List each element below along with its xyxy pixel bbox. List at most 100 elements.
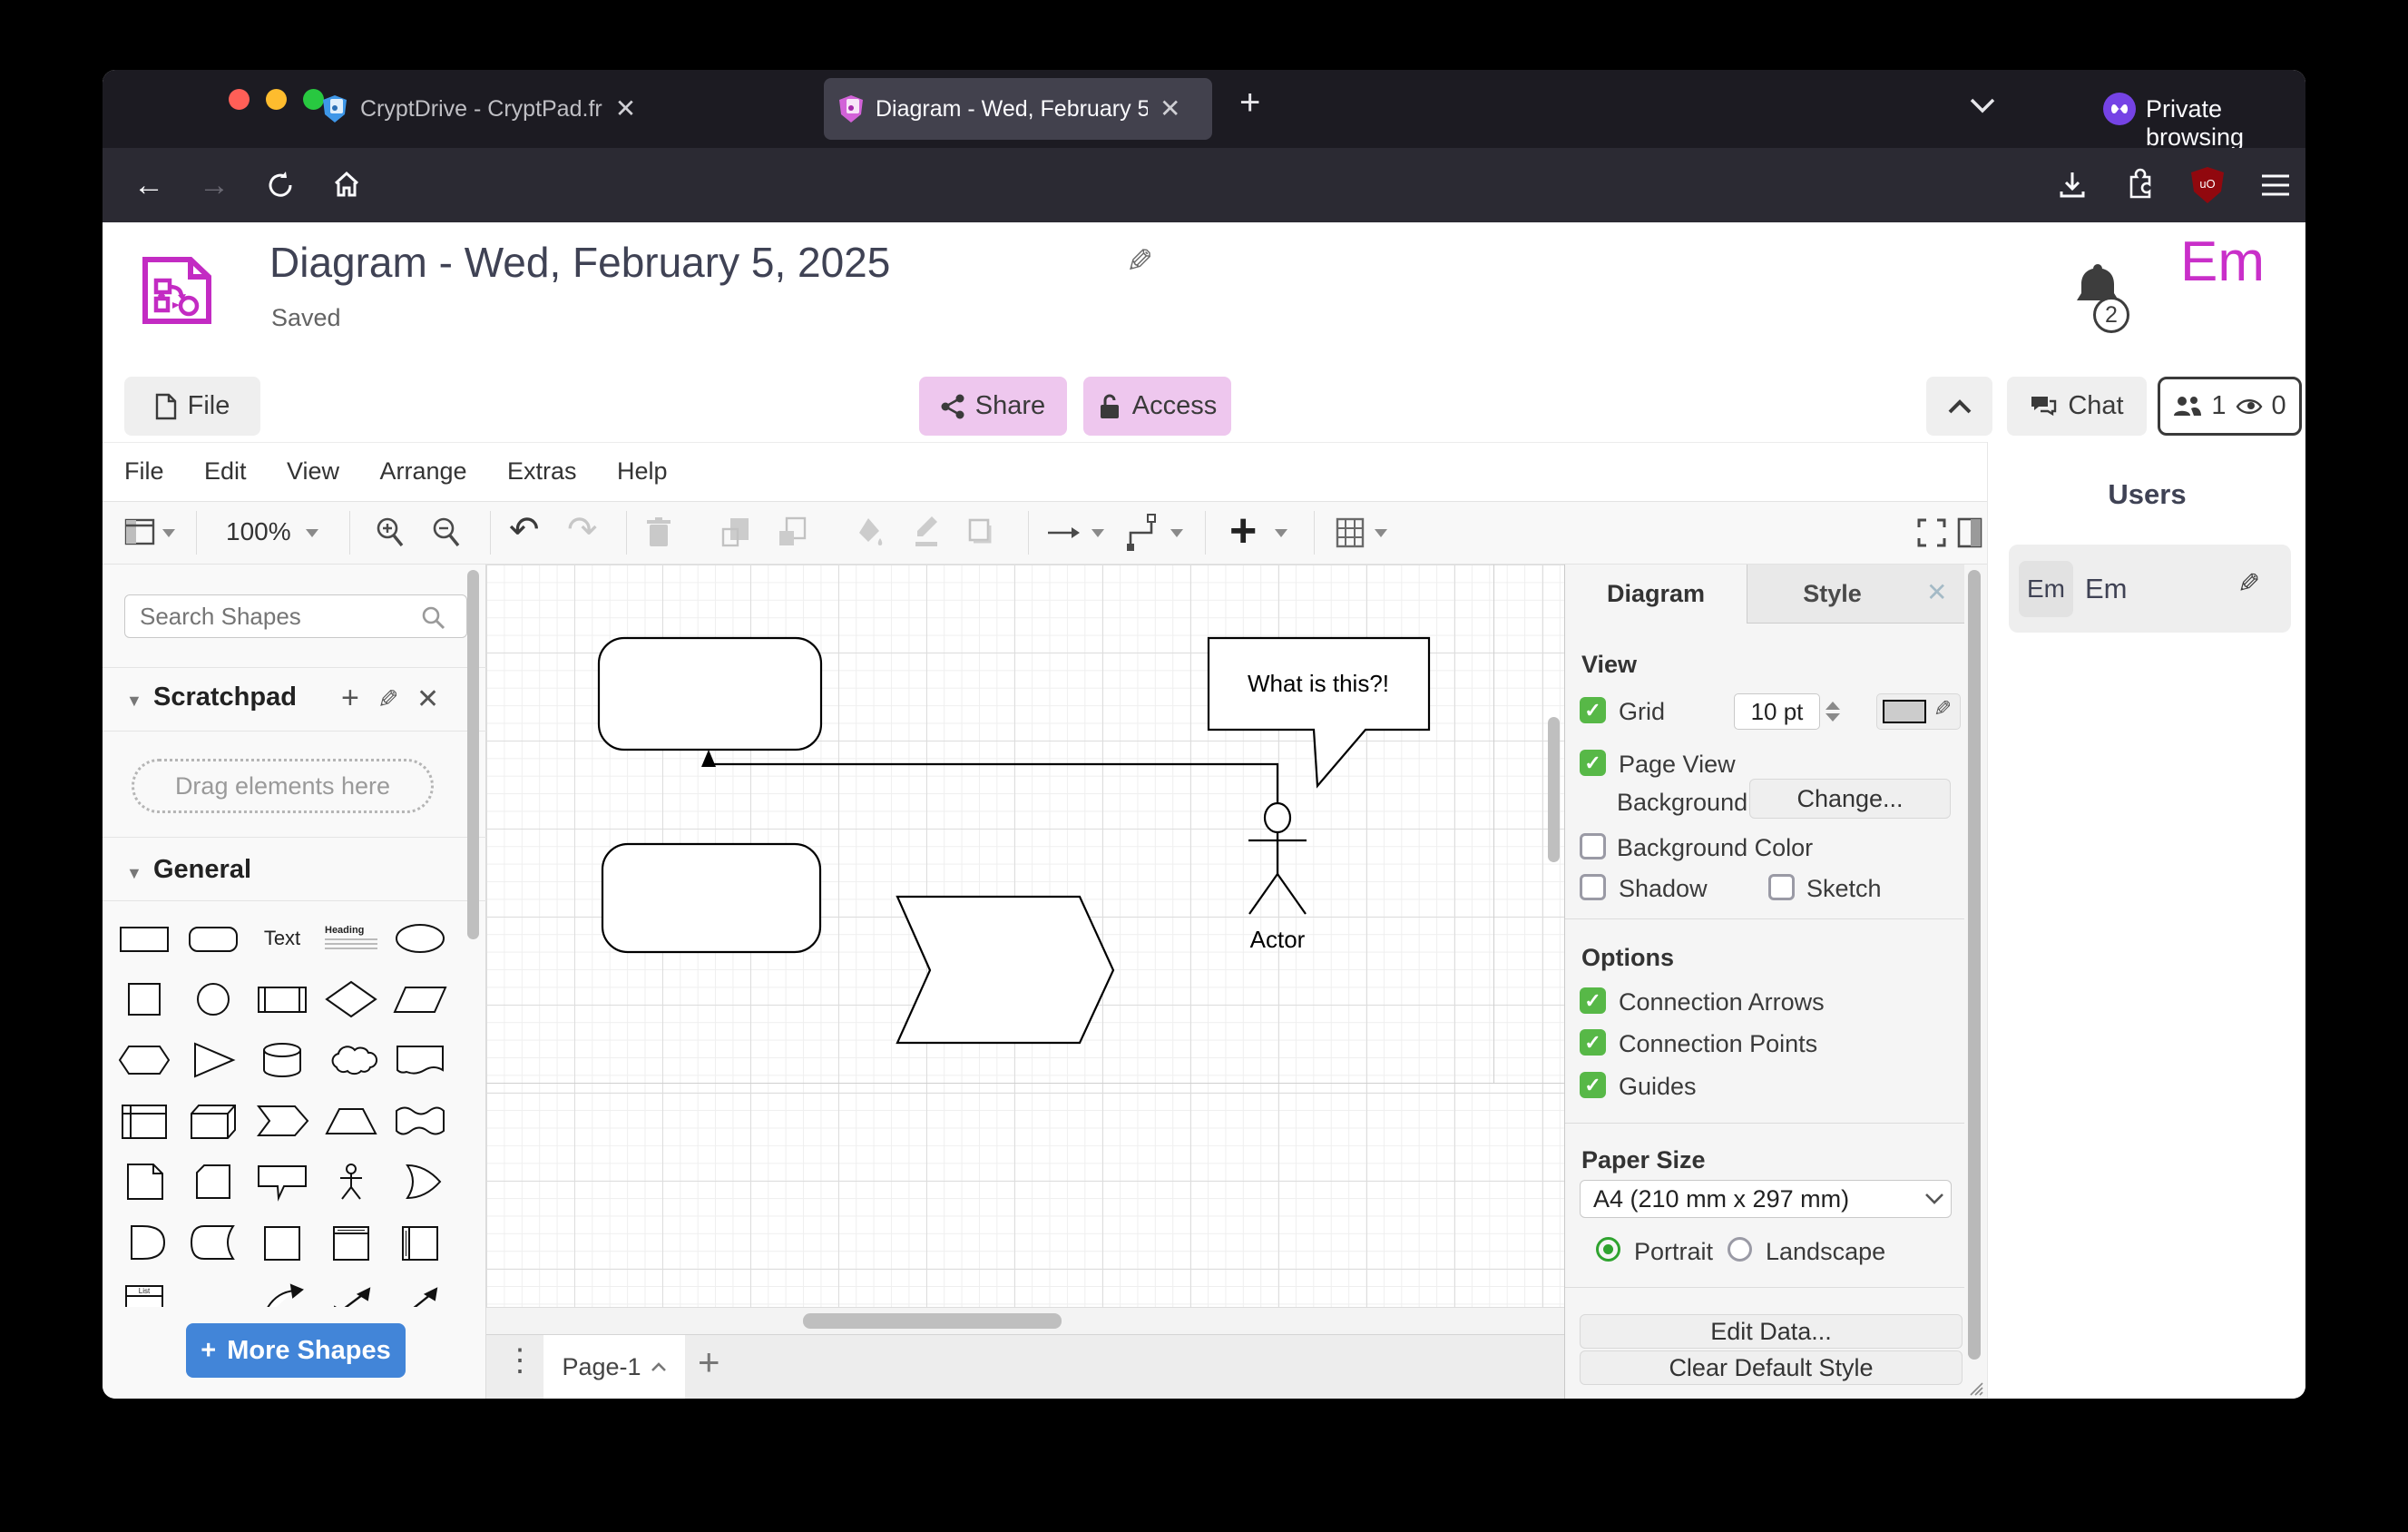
reload-button[interactable]	[266, 171, 295, 200]
shape-ellipse[interactable]	[386, 908, 455, 968]
collapse-toolbar-button[interactable]	[1926, 377, 1992, 436]
zoom-in-icon[interactable]	[375, 516, 406, 549]
pages-menu-kebab-icon[interactable]: ⋮	[504, 1342, 535, 1379]
user-avatar-menu[interactable]: Em	[2180, 230, 2265, 294]
shape-rounded-rectangle[interactable]	[179, 908, 248, 968]
panel-scrollbar[interactable]	[1968, 570, 1981, 1360]
scratchpad-edit-pencil-icon[interactable]: ✎	[377, 684, 398, 714]
chat-button[interactable]: Chat	[2007, 377, 2147, 436]
shape-internal-storage[interactable]	[110, 1090, 179, 1151]
connection-style-icon[interactable]	[1046, 525, 1081, 541]
menu-arrange[interactable]: Arrange	[379, 457, 466, 485]
shape-note[interactable]	[110, 1151, 179, 1212]
delete-trash-icon[interactable]	[645, 516, 672, 549]
zoom-window-button[interactable]	[303, 89, 324, 110]
fullscreen-icon[interactable]	[1917, 518, 1946, 547]
menu-view[interactable]: View	[287, 457, 339, 485]
shape-container[interactable]	[248, 1212, 317, 1272]
edit-title-pencil-icon[interactable]: ✎	[1126, 242, 1153, 280]
shape-parallelogram[interactable]	[386, 968, 455, 1029]
shape-tape[interactable]	[386, 1090, 455, 1151]
downloads-icon[interactable]	[2057, 170, 2088, 201]
clear-default-style-button[interactable]: Clear Default Style	[1580, 1350, 1963, 1385]
scratchpad-collapse-icon[interactable]: ▼	[126, 692, 142, 711]
menu-hamburger-icon[interactable]	[2260, 172, 2291, 198]
connection-arrows-checkbox[interactable]: ✓	[1580, 987, 1606, 1014]
portrait-radio[interactable]	[1596, 1237, 1620, 1262]
view-panels-caret-icon[interactable]	[162, 529, 175, 537]
home-button[interactable]	[332, 170, 361, 199]
insert-caret-icon[interactable]	[1275, 529, 1287, 537]
scratchpad-add-icon[interactable]: +	[341, 681, 359, 716]
shape-square[interactable]	[110, 968, 179, 1029]
shape-process[interactable]	[248, 968, 317, 1029]
tab-diagram-active[interactable]: Diagram - Wed, February 5, 202 ✕	[824, 78, 1212, 140]
to-back-icon[interactable]	[778, 516, 808, 549]
shape-bidirectional-arrow[interactable]	[317, 1272, 386, 1307]
redo-icon[interactable]: ↷	[567, 509, 598, 551]
shape-data-storage[interactable]	[179, 1212, 248, 1272]
waypoint-style-caret-icon[interactable]	[1170, 529, 1183, 537]
table-caret-icon[interactable]	[1375, 529, 1387, 537]
background-color-checkbox[interactable]	[1580, 833, 1606, 859]
connector-edge[interactable]	[709, 764, 1277, 803]
shape-curve[interactable]	[248, 1272, 317, 1307]
sidebar-scrollbar[interactable]	[467, 570, 479, 939]
share-button[interactable]: Share	[919, 377, 1067, 436]
shape-and[interactable]	[110, 1212, 179, 1272]
sketch-checkbox[interactable]	[1768, 874, 1795, 900]
view-panels-icon[interactable]	[124, 518, 155, 545]
fill-color-icon[interactable]	[856, 516, 885, 549]
canvas-vertical-scrollbar[interactable]	[1548, 717, 1560, 862]
zoom-out-icon[interactable]	[431, 516, 462, 549]
shape-cylinder[interactable]	[248, 1029, 317, 1090]
line-color-icon[interactable]	[912, 515, 941, 549]
landscape-radio[interactable]	[1728, 1237, 1752, 1262]
stepper-up-icon[interactable]	[1826, 702, 1840, 710]
shape-text[interactable]: Text	[248, 908, 317, 968]
shape-list[interactable]: List	[110, 1272, 179, 1307]
user-list-button[interactable]: 1 0	[2158, 377, 2302, 436]
list-tabs-chevron-icon[interactable]	[1969, 96, 1996, 114]
waypoint-style-icon[interactable]	[1126, 513, 1159, 551]
guides-checkbox[interactable]: ✓	[1580, 1072, 1606, 1098]
grid-size-input[interactable]: 10 pt	[1734, 693, 1820, 730]
extensions-puzzle-icon[interactable]	[2124, 168, 2157, 201]
tab-style[interactable]: Style	[1747, 565, 1917, 624]
page-tab-active[interactable]: Page-1	[543, 1335, 685, 1399]
diagram-canvas[interactable]: What is this?! Actor	[486, 565, 1564, 1307]
shape-cube[interactable]	[179, 1090, 248, 1151]
new-tab-button[interactable]: +	[1239, 83, 1260, 123]
add-page-button[interactable]: +	[698, 1340, 720, 1384]
canvas-horizontal-scrollbar[interactable]	[803, 1313, 1062, 1329]
close-tab-icon[interactable]: ✕	[615, 87, 636, 131]
user-list-item[interactable]: Em Em ✎	[2009, 545, 2291, 633]
panel-resize-handle[interactable]	[1967, 1380, 1985, 1396]
search-shapes-input[interactable]	[124, 594, 467, 638]
node-rounded-rect-2[interactable]	[602, 844, 820, 952]
connection-style-caret-icon[interactable]	[1091, 529, 1104, 537]
tab-cryptdrive[interactable]: CryptDrive - CryptPad.fr ✕	[322, 87, 817, 131]
zoom-caret-icon[interactable]	[306, 529, 318, 537]
edit-data-button[interactable]: Edit Data...	[1580, 1314, 1963, 1349]
forward-button[interactable]: →	[199, 162, 230, 208]
more-shapes-button[interactable]: +More Shapes	[186, 1323, 406, 1378]
file-menu-button[interactable]: File	[124, 377, 260, 436]
shape-card[interactable]	[179, 1151, 248, 1212]
paper-size-select[interactable]: A4 (210 mm x 297 mm)	[1580, 1180, 1952, 1218]
node-actor[interactable]	[1248, 803, 1307, 914]
edit-user-pencil-icon[interactable]: ✎	[2237, 568, 2260, 600]
zoom-level-dropdown[interactable]: 100%	[226, 517, 291, 546]
grid-color-button[interactable]: ✎	[1876, 693, 1961, 730]
insert-plus-icon[interactable]: +	[1229, 504, 1257, 558]
shape-hexagon[interactable]	[110, 1029, 179, 1090]
undo-icon[interactable]: ↶	[509, 509, 540, 551]
shadow-checkbox[interactable]	[1580, 874, 1606, 900]
menu-edit[interactable]: Edit	[204, 457, 247, 485]
shadow-icon[interactable]	[966, 516, 995, 549]
close-window-button[interactable]	[229, 89, 250, 110]
menu-file[interactable]: File	[124, 457, 164, 485]
page-view-checkbox[interactable]: ✓	[1580, 750, 1606, 776]
shape-cloud[interactable]	[317, 1029, 386, 1090]
table-icon[interactable]	[1335, 516, 1366, 549]
